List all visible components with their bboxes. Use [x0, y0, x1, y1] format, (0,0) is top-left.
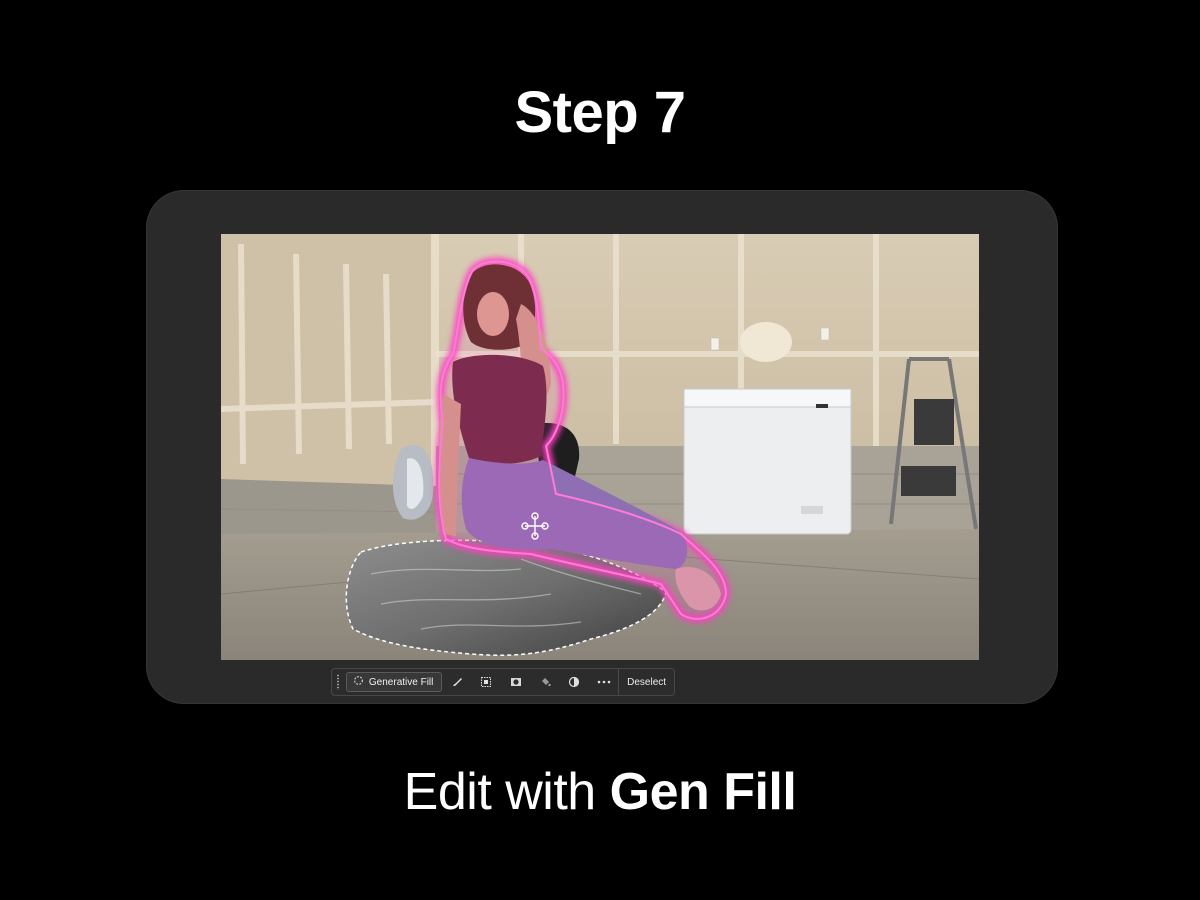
generative-fill-label: Generative Fill — [368, 676, 434, 688]
drag-handle-icon[interactable] — [336, 674, 340, 690]
garage-photo — [221, 234, 979, 660]
invert-selection-icon[interactable] — [472, 669, 501, 695]
caption-bold: Gen Fill — [609, 763, 797, 821]
mask-icon[interactable] — [501, 669, 530, 695]
slide-caption: Edit with Gen Fill — [0, 760, 1200, 824]
caption-regular: Edit with — [403, 763, 610, 821]
sparkle-icon — [353, 675, 364, 689]
deselect-button[interactable]: Deselect — [619, 669, 674, 695]
adjustment-icon[interactable] — [560, 669, 589, 695]
contextual-taskbar: Generative Fill Deselect — [331, 668, 675, 696]
more-icon[interactable] — [589, 669, 618, 695]
image-canvas[interactable] — [221, 234, 979, 660]
step-title: Step 7 — [514, 80, 686, 145]
fill-icon[interactable] — [530, 669, 559, 695]
brush-icon[interactable] — [442, 669, 471, 695]
generative-fill-button[interactable]: Generative Fill — [345, 672, 443, 692]
